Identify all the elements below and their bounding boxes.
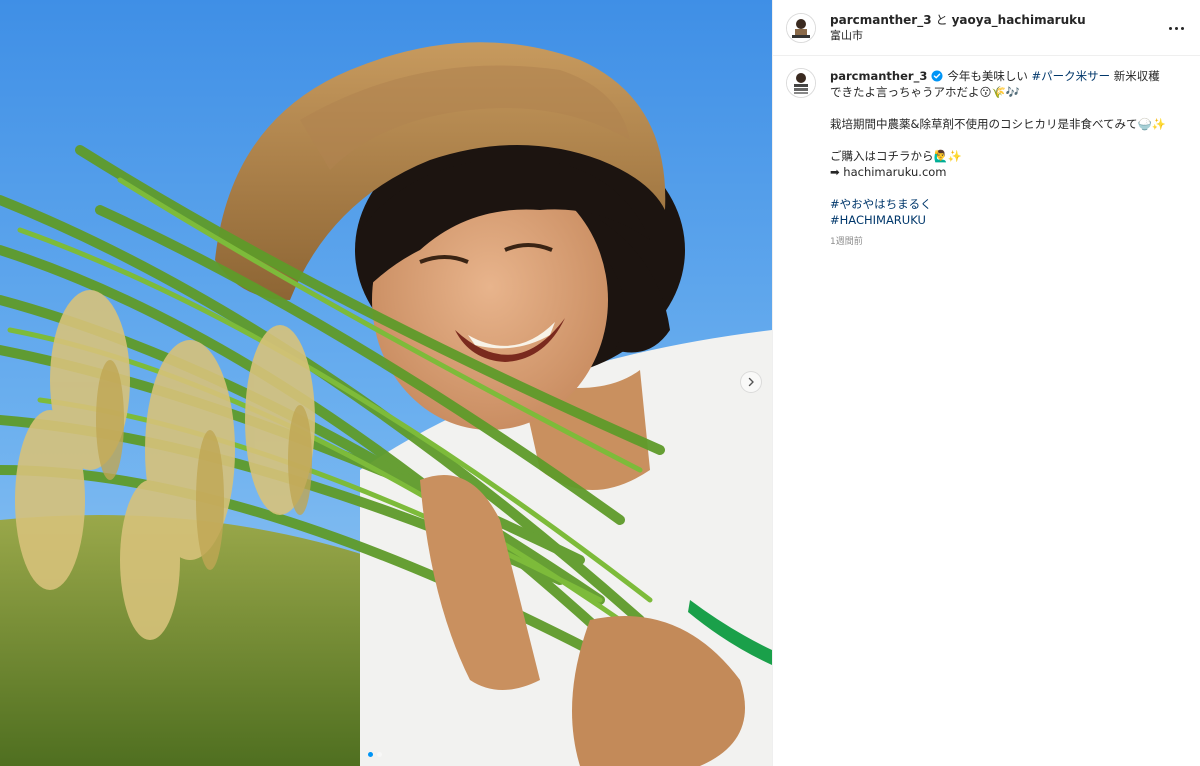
- carousel-next-button[interactable]: [740, 371, 762, 393]
- caption-line-3: ご購入はコチラから🙋‍♂️✨: [830, 149, 963, 163]
- caption-link-line[interactable]: ➡ hachimaruku.com: [830, 164, 1170, 180]
- post-media[interactable]: [0, 0, 772, 766]
- post-header: parcmanther_3 と yaoya_hachimaruku 富山市: [773, 0, 1200, 56]
- location-link[interactable]: 富山市: [830, 28, 1086, 44]
- profile-avatar[interactable]: [786, 12, 816, 43]
- header-collaborator-link[interactable]: yaoya_hachimaruku: [952, 13, 1086, 27]
- post-photo: [0, 0, 772, 766]
- caption-username-link[interactable]: parcmanther_3: [830, 69, 927, 83]
- caption-text-1a: 今年も美味しい: [947, 69, 1032, 83]
- carousel-indicator: [368, 752, 382, 757]
- header-users: parcmanther_3 と yaoya_hachimaruku: [830, 12, 1086, 28]
- carousel-dot-1: [368, 752, 373, 757]
- more-options-button[interactable]: [1164, 16, 1188, 40]
- post-timestamp[interactable]: 1週間前: [830, 234, 1170, 250]
- carousel-dot-2: [377, 752, 382, 757]
- post-side-panel: parcmanther_3 と yaoya_hachimaruku 富山市 pa…: [772, 0, 1200, 766]
- caption-body: parcmanther_3 今年も美味しい #パーク米サー 新米収穫できたよ言っち…: [830, 68, 1170, 250]
- header-username-link[interactable]: parcmanther_3: [830, 13, 932, 27]
- more-options-dot: [1174, 26, 1178, 30]
- chevron-right-icon: [748, 377, 754, 387]
- header-joiner: と: [935, 12, 948, 27]
- caption: parcmanther_3 今年も美味しい #パーク米サー 新米収穫できたよ言っち…: [773, 56, 1200, 250]
- instagram-post: parcmanther_3 と yaoya_hachimaruku 富山市 pa…: [0, 0, 1200, 766]
- hashtag-link[interactable]: #HACHIMARUKU: [830, 212, 1170, 228]
- caption-line-1: parcmanther_3 今年も美味しい #パーク米サー 新米収穫できたよ言っち…: [830, 68, 1170, 100]
- caption-avatar[interactable]: [786, 68, 816, 98]
- hashtag-link[interactable]: #やおやはちまるく: [830, 196, 1170, 212]
- more-options-dot: [1180, 26, 1184, 30]
- avatar-image: [787, 69, 815, 97]
- verified-badge-icon: [931, 70, 943, 82]
- more-options-icon: [1168, 26, 1172, 30]
- header-text: parcmanther_3 と yaoya_hachimaruku 富山市: [830, 12, 1086, 44]
- avatar-image: [787, 13, 815, 42]
- hashtag-link[interactable]: #パーク米サー: [1031, 69, 1110, 83]
- caption-line-2: 栽培期間中農薬&除草剤不使用のコシヒカリ是非食べてみて🍚✨: [830, 117, 1167, 131]
